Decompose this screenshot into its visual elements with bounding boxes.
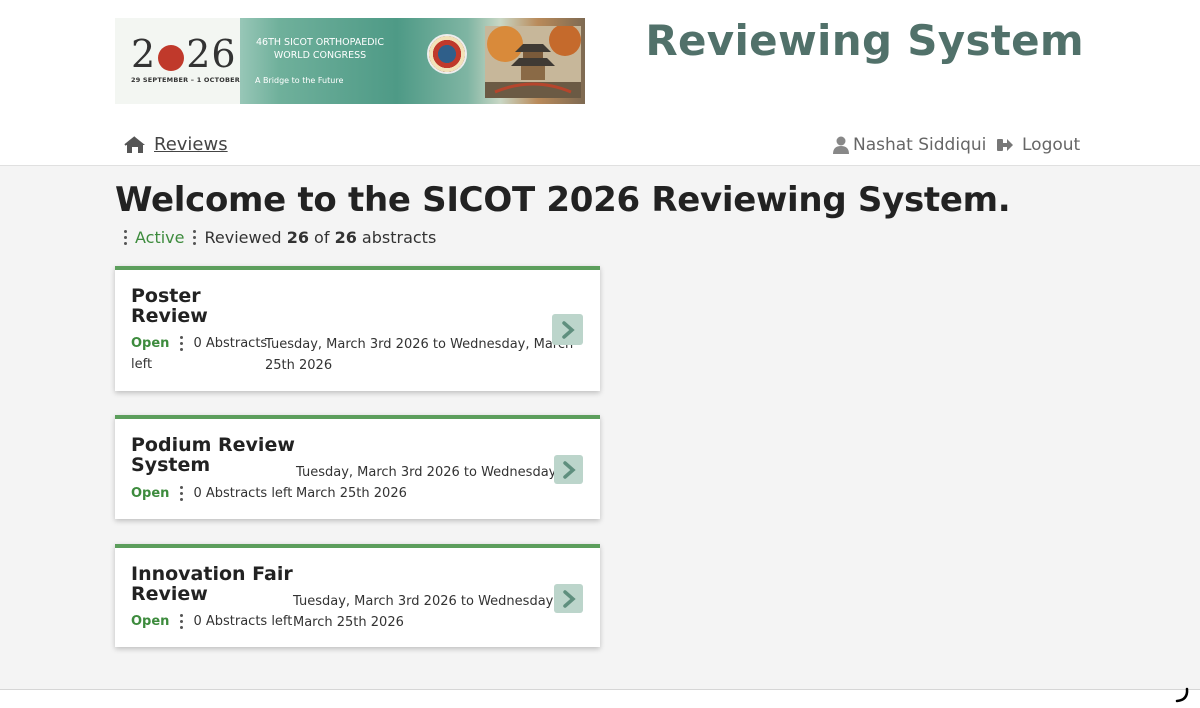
loading-spinner-icon (1175, 687, 1189, 703)
abstracts-left-suffix: left (131, 357, 153, 372)
banner-congress-line2: WORLD CONGRESS (273, 50, 367, 61)
chevron-right-icon (562, 589, 576, 608)
reviewed-of: of (314, 228, 330, 247)
card-title-line2: System (131, 454, 211, 476)
page-header: 2 26 29 SEPTEMBER – 1 OCTOBER 46TH SICOT … (0, 0, 1200, 120)
status-active: Active (135, 228, 185, 247)
separator-dots (193, 230, 197, 245)
reviewed-suffix: abstracts (361, 228, 437, 247)
card-title: Innovation Fair Review (131, 564, 293, 604)
card-title-line2: Review (131, 305, 208, 327)
banner-congress: 46TH SICOT ORTHOPAEDIC WORLD CONGRESS (245, 36, 395, 62)
user-icon (833, 136, 849, 154)
card-status: Open 0 Abstracts left (131, 611, 292, 632)
open-review-button[interactable] (552, 314, 583, 345)
temple-image (485, 26, 581, 98)
card-dates: Tuesday, March 3rd 2026 to Wednesday, Ma… (293, 591, 557, 633)
chevron-right-icon (561, 320, 575, 339)
status-badge: Open (131, 614, 170, 629)
card-dates-line1: Tuesday, March 3rd 2026 to Wednesday, (293, 594, 558, 609)
chevron-right-icon (562, 460, 576, 479)
abstracts-left: 0 Abstracts (193, 336, 268, 351)
card-dates-line1: Tuesday, March 3rd 2026 to Wednesday, Ma… (265, 337, 574, 352)
review-card-innovation[interactable]: Innovation Fair Review Open 0 Abstracts … (115, 544, 600, 647)
banner-year: 2 26 (131, 32, 237, 76)
seal-icon (427, 34, 467, 74)
banner-dates: 29 SEPTEMBER – 1 OCTOBER (131, 76, 240, 84)
review-card-podium[interactable]: Podium Review System Open 0 Abstracts le… (115, 415, 600, 519)
nav-reviews-link[interactable]: Reviews (124, 134, 228, 155)
card-dates-line2: March 25th 2026 (293, 615, 404, 630)
banner-tagline: A Bridge to the Future (255, 76, 344, 85)
separator-dots (179, 486, 183, 501)
abstracts-left: 0 Abstracts left (193, 486, 293, 501)
card-dates: Tuesday, March 3rd 2026 to Wednesday, Ma… (265, 334, 573, 376)
card-status: Open 0 Abstracts left (131, 483, 292, 504)
reviewed-total: 26 (334, 228, 357, 247)
top-navbar: Reviews Nashat Siddiqui Logout (0, 128, 1200, 166)
user-name: Nashat Siddiqui (853, 135, 987, 155)
main-content: Welcome to the SICOT 2026 Reviewing Syst… (0, 166, 1200, 690)
logout-icon (997, 139, 1013, 151)
reviewed-prefix: Reviewed (204, 228, 282, 247)
card-title-line1: Poster (131, 285, 201, 307)
card-dates-line2: 25th 2026 (265, 358, 333, 373)
congress-banner: 2 26 29 SEPTEMBER – 1 OCTOBER 46TH SICOT … (115, 18, 585, 104)
review-summary: Active Reviewed 26 of 26 abstracts (123, 228, 436, 247)
separator-dots (179, 336, 183, 351)
separator-dots (123, 230, 127, 245)
card-title-line1: Innovation Fair (131, 563, 293, 585)
logout-label: Logout (1022, 135, 1081, 155)
separator-dots (179, 614, 183, 629)
home-icon (124, 135, 145, 153)
reviewed-count: 26 (286, 228, 309, 247)
open-review-button[interactable] (554, 584, 583, 613)
card-title-line2: Review (131, 583, 208, 605)
card-title: Podium Review System (131, 435, 295, 475)
reviewed-count-text: Reviewed 26 of 26 abstracts (205, 228, 437, 247)
banner-congress-line1: 46TH SICOT ORTHOPAEDIC (255, 37, 384, 48)
logout-link[interactable]: Logout (996, 135, 1080, 155)
card-title: Poster Review (131, 286, 208, 326)
page-title: Welcome to the SICOT 2026 Reviewing Syst… (115, 180, 1011, 220)
review-card-poster[interactable]: Poster Review Open 0 Abstracts left Tues… (115, 266, 600, 391)
card-title-line1: Podium Review (131, 434, 295, 456)
nav-user: Nashat Siddiqui (833, 135, 986, 155)
sicot-logo: 2 26 29 SEPTEMBER – 1 OCTOBER (115, 18, 240, 104)
card-dates-line1: Tuesday, March 3rd 2026 to Wednesday, (296, 465, 561, 480)
status-badge: Open (131, 336, 170, 351)
site-title: Reviewing System (645, 16, 1084, 65)
nav-reviews-label: Reviews (154, 134, 228, 155)
card-status: Open 0 Abstracts left (131, 333, 267, 375)
card-dates-line2: March 25th 2026 (296, 486, 407, 501)
status-badge: Open (131, 486, 170, 501)
card-dates: Tuesday, March 3rd 2026 to Wednesday, Ma… (296, 462, 560, 504)
open-review-button[interactable] (554, 455, 583, 484)
abstracts-left: 0 Abstracts left (193, 614, 293, 629)
